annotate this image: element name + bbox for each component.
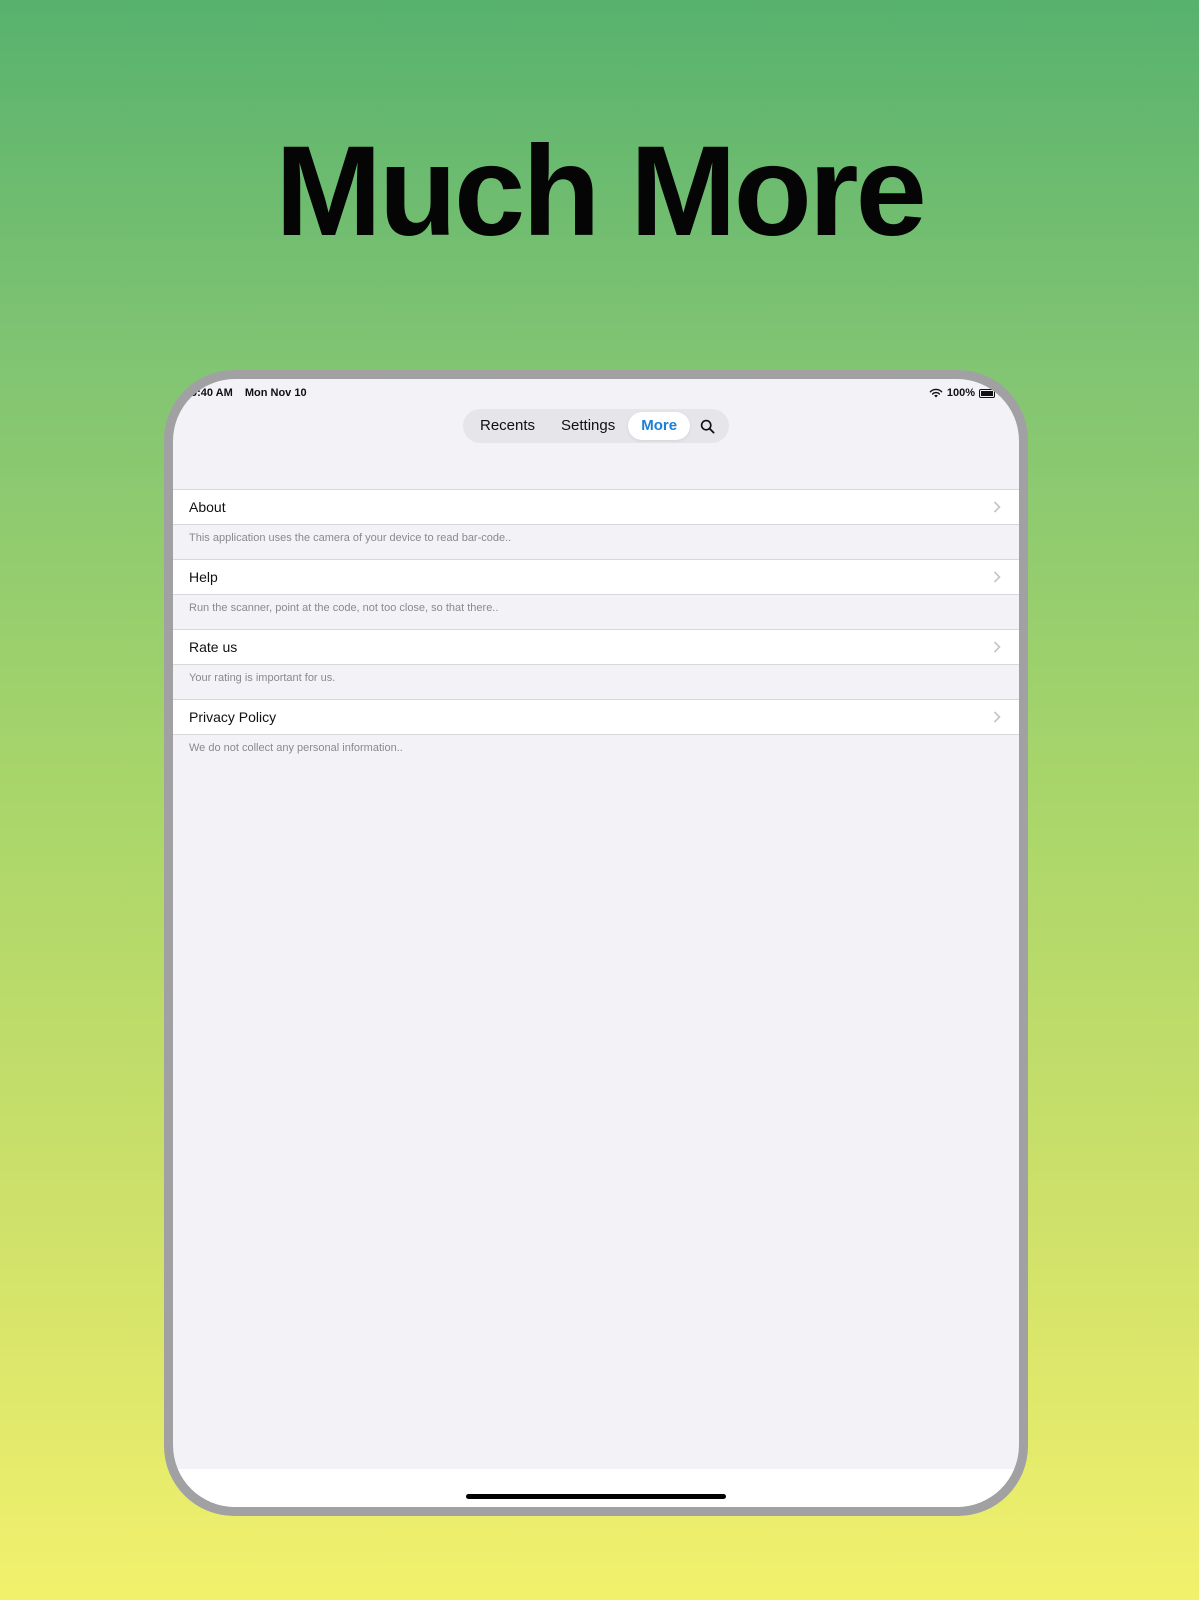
more-list: About This application uses the camera o… [173,489,1019,769]
battery-percent: 100% [946,387,975,399]
chevron-right-icon [993,571,1001,583]
status-time: 9:40 AM [191,387,233,399]
wifi-icon [929,388,943,398]
list-item-note: This application uses the camera of your… [189,532,512,544]
tab-recents[interactable]: Recents [467,412,548,440]
list-item-note: We do not collect any personal informati… [189,742,403,754]
list-item-privacy-policy[interactable]: Privacy Policy [173,699,1019,735]
headline: Much More [275,120,927,263]
status-left: 9:40 AM Mon Nov 10 [191,387,316,399]
segmented-tab-bar: Recents Settings More [463,409,729,443]
list-item-label: Rate us [189,639,238,655]
status-bar: 9:40 AM Mon Nov 10 100% [173,387,1019,403]
status-date: Mon Nov 10 [244,387,307,399]
home-indicator[interactable] [466,1494,726,1499]
tab-settings[interactable]: Settings [548,412,628,440]
list-item-label: Privacy Policy [189,709,277,725]
chevron-right-icon [993,711,1001,723]
tab-more[interactable]: More [628,412,691,440]
list-item-about[interactable]: About [173,489,1019,525]
list-item-label: About [189,499,226,515]
screen: 9:40 AM Mon Nov 10 100% Recents Settings… [173,379,1019,1507]
chevron-right-icon [993,501,1001,513]
bottom-area [173,1469,1019,1507]
status-right: 100% [929,387,995,399]
list-item-label: Help [189,569,218,585]
list-item-note: Your rating is important for us. [189,672,336,684]
list-item-note: Run the scanner, point at the code, not … [189,602,499,614]
search-icon [700,419,715,434]
chevron-right-icon [993,641,1001,653]
tab-search[interactable] [690,412,725,440]
battery-icon [979,388,995,398]
list-item-help[interactable]: Help [173,559,1019,595]
list-item-rate-us[interactable]: Rate us [173,629,1019,665]
tablet-frame: 9:40 AM Mon Nov 10 100% Recents Settings… [164,370,1028,1516]
